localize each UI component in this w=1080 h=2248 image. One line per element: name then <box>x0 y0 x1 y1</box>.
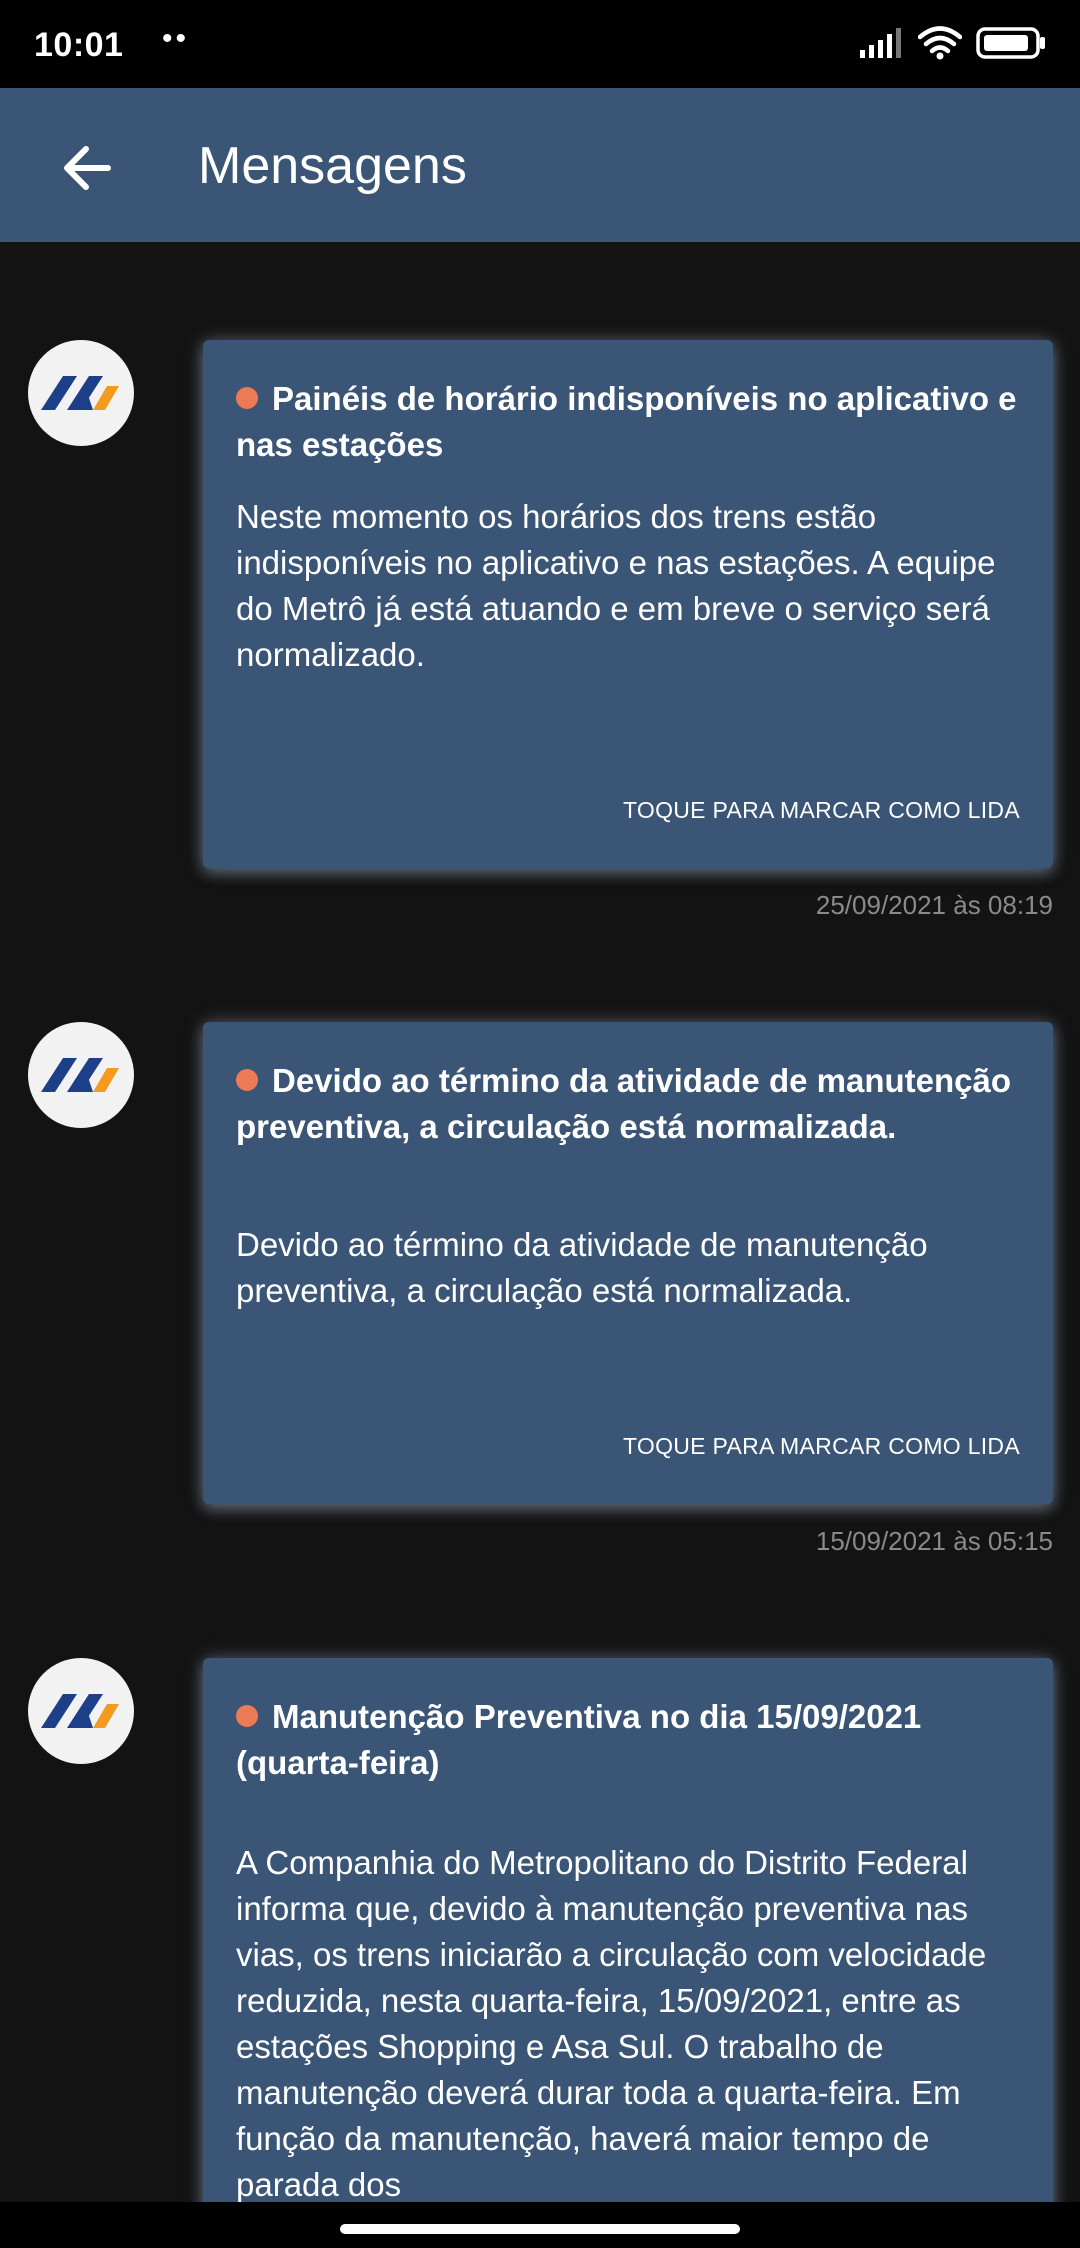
message-body: Neste momento os horários dos trens estã… <box>236 498 996 673</box>
unread-dot-icon <box>236 387 258 409</box>
wifi-icon <box>918 26 962 60</box>
message-title: Painéis de horário indisponíveis no apli… <box>236 376 1026 468</box>
app-bar: Mensagens <box>0 88 1080 242</box>
arrow-left-icon <box>64 146 111 190</box>
home-gesture-handle[interactable] <box>340 2224 740 2234</box>
message-date: 25/09/2021 às 08:19 <box>815 890 1053 920</box>
mark-as-read-button[interactable]: TOQUE PARA MARCAR COMO LIDA <box>623 1433 1020 1460</box>
status-icons <box>860 26 1046 60</box>
unread-dot-icon <box>236 1705 258 1727</box>
metro-logo-icon <box>41 376 119 410</box>
avatar <box>28 340 134 446</box>
message-card[interactable]: Devido ao término da atividade de manute… <box>203 1022 1053 1504</box>
message-title-text: Devido ao término da atividade de manute… <box>236 1062 1012 1145</box>
avatar <box>28 1022 134 1128</box>
message-card[interactable]: Manutenção Preventiva no dia 15/09/2021 … <box>203 1658 1053 2218</box>
battery-icon <box>976 27 1045 59</box>
screen: 10:01 •• Mensagens Painéis de horário in… <box>0 0 1080 2248</box>
back-button[interactable] <box>52 133 122 203</box>
message-date: 15/09/2021 às 05:15 <box>815 1526 1053 1556</box>
message-body: Devido ao término da atividade de manute… <box>236 1226 928 1309</box>
metro-logo-icon <box>41 1694 119 1728</box>
message-title: Manutenção Preventiva no dia 15/09/2021 … <box>236 1694 1026 1786</box>
metro-logo-icon <box>41 1058 119 1092</box>
avatar <box>28 1658 134 1764</box>
unread-dot-icon <box>236 1069 258 1091</box>
message-title: Devido ao término da atividade de manute… <box>236 1058 1026 1150</box>
message-card[interactable]: Painéis de horário indisponíveis no apli… <box>203 340 1053 868</box>
mark-as-read-button[interactable]: TOQUE PARA MARCAR COMO LIDA <box>623 797 1020 824</box>
status-bar: 10:01 •• <box>0 0 1080 88</box>
status-time: 10:01 <box>34 26 124 64</box>
page-title: Mensagens <box>198 137 467 195</box>
message-body: A Companhia do Metropolitano do Distrito… <box>236 1844 987 2203</box>
message-title-text: Painéis de horário indisponíveis no apli… <box>236 380 1017 463</box>
signal-icon <box>860 28 901 58</box>
navigation-bar <box>0 2202 1080 2248</box>
notification-dots: •• <box>162 22 190 55</box>
message-title-text: Manutenção Preventiva no dia 15/09/2021 … <box>236 1698 922 1781</box>
